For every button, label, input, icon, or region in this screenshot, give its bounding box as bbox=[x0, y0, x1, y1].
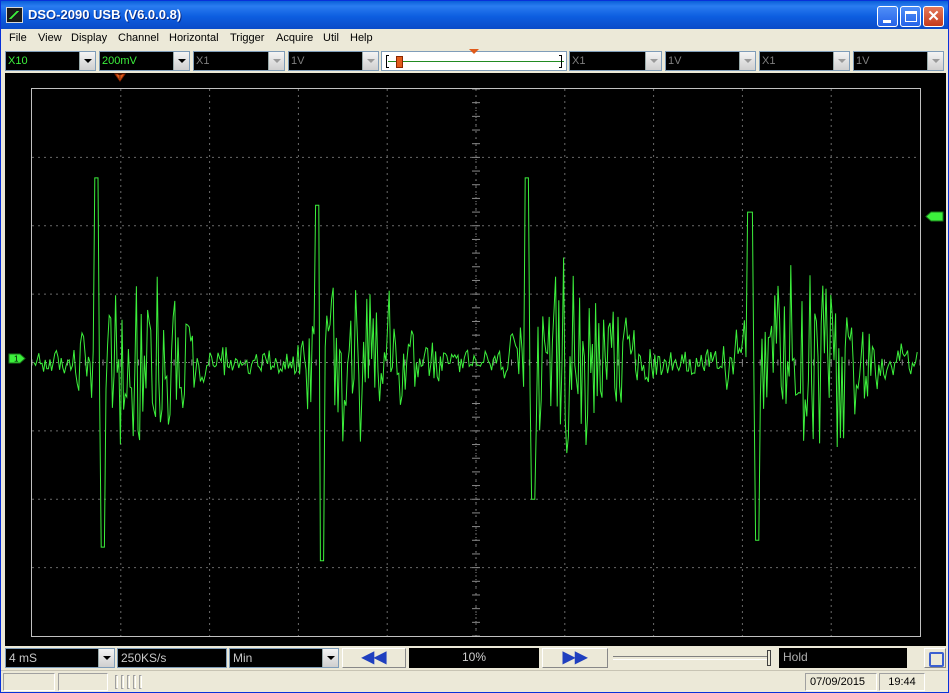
ch1-volts-select[interactable]: 200mV bbox=[99, 51, 190, 71]
sample-rate-display: 250KS/s bbox=[117, 648, 227, 668]
ch3-probe-value: X1 bbox=[572, 55, 586, 67]
svg-text:1: 1 bbox=[14, 355, 19, 364]
ch3-volts-select[interactable]: 1V bbox=[665, 51, 756, 71]
chevron-down-icon[interactable] bbox=[362, 52, 378, 70]
window-title: DSO-2090 USB (V6.0.0.8) bbox=[28, 7, 182, 22]
ch3-probe-select[interactable]: X1 bbox=[569, 51, 662, 71]
timebase-value: 4 mS bbox=[9, 651, 38, 665]
menu-horizontal[interactable]: Horizontal bbox=[169, 32, 219, 44]
scroll-left-button[interactable]: ◀◀ bbox=[342, 648, 406, 668]
status-separator bbox=[121, 675, 124, 689]
horizontal-position-slider[interactable] bbox=[613, 650, 773, 666]
ch4-volts-select[interactable]: 1V bbox=[853, 51, 944, 71]
double-left-arrow-icon: ◀◀ bbox=[361, 649, 387, 666]
menu-view[interactable]: View bbox=[38, 32, 62, 44]
ch2-volts-value: 1V bbox=[291, 55, 305, 67]
ch1-probe-select[interactable]: X10 bbox=[5, 51, 96, 71]
ch2-probe-value: X1 bbox=[196, 55, 210, 67]
svg-text:T: T bbox=[118, 75, 122, 81]
ch2-volts-select[interactable]: 1V bbox=[288, 51, 379, 71]
chevron-down-icon[interactable] bbox=[98, 649, 114, 667]
status-cell bbox=[58, 673, 108, 691]
status-separator bbox=[133, 675, 136, 689]
maximize-button[interactable] bbox=[900, 6, 921, 27]
status-cell bbox=[3, 673, 55, 691]
ch2-probe-select[interactable]: X1 bbox=[193, 51, 285, 71]
title-bar[interactable]: DSO-2090 USB (V6.0.0.8) ✕ bbox=[1, 1, 948, 29]
chevron-down-icon[interactable] bbox=[645, 52, 661, 70]
trigger-window-line bbox=[388, 61, 564, 62]
ch4-probe-select[interactable]: X1 bbox=[759, 51, 850, 71]
position-percent: 10% bbox=[409, 648, 539, 668]
close-button[interactable]: ✕ bbox=[923, 6, 944, 27]
trigger-position-bar[interactable] bbox=[381, 51, 567, 71]
chevron-down-icon[interactable] bbox=[927, 52, 943, 70]
ch1-probe-value: X10 bbox=[8, 55, 28, 67]
oscilloscope-icon[interactable] bbox=[6, 7, 23, 23]
status-separator bbox=[115, 675, 118, 689]
acquire-mode-value: Min bbox=[233, 651, 253, 665]
right-bracket bbox=[559, 55, 562, 68]
menu-bar: File View Display Channel Horizontal Tri… bbox=[1, 29, 948, 48]
menu-file[interactable]: File bbox=[9, 32, 27, 44]
ch4-probe-value: X1 bbox=[762, 55, 776, 67]
double-right-arrow-icon: ▶▶ bbox=[562, 649, 588, 666]
ch3-volts-value: 1V bbox=[668, 55, 682, 67]
chevron-down-icon[interactable] bbox=[173, 52, 189, 70]
close-icon: ✕ bbox=[927, 8, 940, 25]
ch1-volts-value: 200mV bbox=[102, 55, 137, 67]
sample-rate-value: 250KS/s bbox=[121, 651, 167, 665]
run-stop-icon[interactable] bbox=[924, 648, 946, 668]
trigger-position-handle[interactable] bbox=[396, 56, 403, 68]
status-separator bbox=[139, 675, 142, 689]
menu-channel[interactable]: Channel bbox=[118, 32, 159, 44]
acquire-mode-select[interactable]: Min bbox=[229, 648, 339, 668]
slider-track bbox=[613, 656, 769, 660]
scroll-right-button[interactable]: ▶▶ bbox=[542, 648, 608, 668]
trigger-level-marker-icon[interactable] bbox=[924, 211, 944, 222]
menu-acquire[interactable]: Acquire bbox=[276, 32, 313, 44]
timebase-select[interactable]: 4 mS bbox=[5, 648, 115, 668]
status-time: 19:44 bbox=[879, 673, 925, 691]
minimize-icon bbox=[883, 20, 891, 23]
chevron-down-icon[interactable] bbox=[833, 52, 849, 70]
menu-util[interactable]: Util bbox=[323, 32, 339, 44]
trigger-time-marker-icon[interactable]: T bbox=[114, 73, 126, 83]
ch4-volts-value: 1V bbox=[856, 55, 870, 67]
acquisition-status: Hold bbox=[779, 648, 907, 668]
menu-display[interactable]: Display bbox=[71, 32, 107, 44]
trigger-point-icon bbox=[469, 49, 479, 54]
oscilloscope-window: DSO-2090 USB (V6.0.0.8) ✕ File View Disp… bbox=[0, 0, 949, 693]
minimize-button[interactable] bbox=[877, 6, 898, 27]
menu-help[interactable]: Help bbox=[350, 32, 373, 44]
chevron-down-icon[interactable] bbox=[739, 52, 755, 70]
timebase-controls: 4 mS 250KS/s Min ◀◀ 10% ▶▶ Hold bbox=[1, 646, 948, 670]
maximize-icon bbox=[905, 11, 917, 22]
menu-trigger[interactable]: Trigger bbox=[230, 32, 264, 44]
chevron-down-icon[interactable] bbox=[268, 52, 284, 70]
chevron-down-icon[interactable] bbox=[79, 52, 95, 70]
ch1-ground-marker-icon[interactable]: 1 bbox=[8, 353, 26, 364]
chevron-down-icon[interactable] bbox=[322, 649, 338, 667]
waveform-plot bbox=[32, 89, 920, 636]
slider-thumb[interactable] bbox=[767, 650, 771, 666]
status-separator bbox=[127, 675, 130, 689]
status-date: 07/09/2015 bbox=[805, 673, 877, 691]
status-bar: 07/09/2015 19:44 bbox=[1, 670, 948, 692]
waveform-display[interactable] bbox=[31, 88, 921, 637]
